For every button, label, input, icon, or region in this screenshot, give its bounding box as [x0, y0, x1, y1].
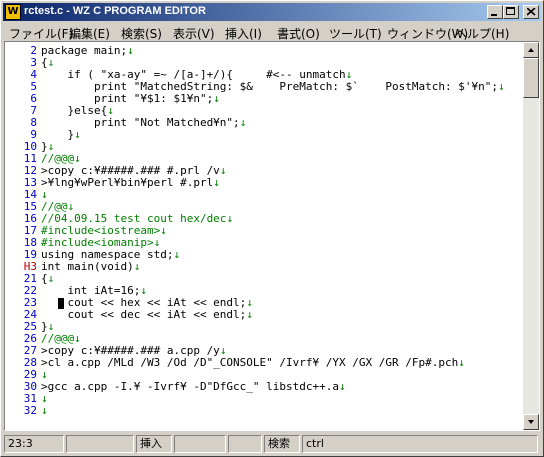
code-line[interactable]: ↓ [41, 393, 511, 405]
title-bar[interactable]: W rctest.c - WZ C PROGRAM EDITOR [3, 3, 541, 21]
eol-marker: ↓ [213, 176, 220, 189]
maximize-icon [506, 7, 515, 15]
code-line[interactable]: package main;↓ [41, 45, 511, 57]
eol-marker: ↓ [41, 404, 48, 417]
code-line[interactable]: ↓ [41, 405, 511, 417]
app-icon[interactable]: W [5, 4, 21, 20]
menu-search[interactable]: 検索(S) [121, 25, 162, 42]
minimize-icon [491, 14, 497, 16]
eol-marker: ↓ [219, 164, 227, 177]
arrow-down-icon [528, 420, 534, 424]
eol-marker: ↓ [173, 248, 181, 261]
eol-marker: ↓ [497, 80, 505, 93]
vertical-scrollbar[interactable] [523, 42, 539, 430]
scroll-thumb[interactable] [523, 58, 539, 98]
code-line[interactable]: >gcc a.cpp -I.¥ -Ivrf¥ -D"DfGcc_" libstd… [41, 381, 511, 393]
code-line[interactable]: >¥lng¥wPerl¥bin¥perl #.prl↓ [41, 177, 511, 189]
status-key-label: ctrl [302, 435, 538, 453]
status-cell-empty-2 [174, 435, 226, 453]
eol-marker: ↓ [458, 356, 465, 369]
eol-marker: ↓ [160, 224, 167, 237]
menu-view[interactable]: 表示(V) [173, 25, 215, 42]
code-editor[interactable]: 2 3 4 5 6 7 8 9 10 11 12 13 14 15 16 17 18 19 H3 21 22 23 24 25… [4, 41, 540, 431]
code-line-text: cout << dec << iAt << endl; [41, 308, 247, 321]
window-title: rctest.c - WZ C PROGRAM EDITOR [24, 5, 206, 17]
close-icon [527, 8, 536, 16]
status-cell-empty-1 [66, 435, 134, 453]
menu-help[interactable]: ヘルプ(H) [455, 25, 509, 42]
status-insert-mode: 挿入 [136, 435, 172, 453]
code-line-text: >¥lng¥wPerl¥bin¥perl #.prl [41, 176, 214, 189]
code-line[interactable]: ↓ [41, 189, 511, 201]
arrow-up-icon [528, 48, 534, 52]
status-cursor-position: 23:3 [4, 435, 64, 453]
status-bar: 23:3 挿入 検索 ctrl [4, 435, 540, 453]
code-line-text: int main(void) [41, 260, 134, 273]
code-line[interactable]: print "Not Matched¥n";↓ [41, 117, 511, 129]
line-number-gutter: 2 3 4 5 6 7 8 9 10 11 12 13 14 15 16 17 18 19 H3 21 22 23 24 25… [5, 42, 41, 430]
eol-marker: ↓ [74, 128, 81, 141]
eol-marker: ↓ [127, 44, 134, 57]
code-line[interactable]: >cl a.cpp /MLd /W3 /Od /D"_CONSOLE" /Ivr… [41, 357, 511, 369]
eol-marker: ↓ [339, 380, 346, 393]
eol-marker: ↓ [246, 308, 253, 321]
status-cell-empty-3 [228, 435, 262, 453]
line-number: 32 [23, 404, 37, 417]
eol-marker: ↓ [239, 116, 247, 129]
code-line-text: >gcc a.cpp -I.¥ -Ivrf¥ -D"DfGcc_" libstd… [41, 380, 340, 393]
menu-edit[interactable]: 編集(E) [69, 25, 110, 42]
eol-marker: ↓ [213, 92, 220, 105]
code-line[interactable]: }↓ [41, 321, 511, 333]
code-text-area[interactable]: package main;↓ {↓ if ( "xa-ay" =~ /[a-]+/… [41, 42, 522, 430]
code-line[interactable]: }↓ [41, 141, 511, 153]
status-search: 検索 [264, 435, 300, 453]
eol-marker: ↓ [226, 212, 234, 225]
menu-format[interactable]: 書式(O) [277, 25, 320, 42]
minimize-button[interactable] [487, 5, 503, 19]
menu-file[interactable]: ファイル(F) [9, 25, 73, 42]
code-line-text: >cl a.cpp /MLd /W3 /Od /D"_CONSOLE" /Ivr… [41, 356, 459, 369]
menu-insert[interactable]: 挿入(I) [225, 25, 262, 42]
eol-marker: ↓ [133, 260, 141, 273]
code-line[interactable]: int main(void)↓ [41, 261, 511, 273]
scroll-up-button[interactable] [523, 42, 539, 58]
scroll-down-button[interactable] [523, 414, 539, 430]
code-line[interactable]: }↓ [41, 129, 511, 141]
menu-tools[interactable]: ツール(T) [329, 25, 382, 42]
menu-bar: ファイル(F) 編集(E) 検索(S) 表示(V) 挿入(I) 書式(O) ツー… [3, 22, 541, 41]
close-button[interactable] [523, 5, 539, 19]
code-line[interactable]: cout << dec << iAt << endl;↓ [41, 309, 511, 321]
editor-window: W rctest.c - WZ C PROGRAM EDITOR ファイル(F)… [0, 0, 544, 457]
maximize-button[interactable] [503, 5, 519, 19]
